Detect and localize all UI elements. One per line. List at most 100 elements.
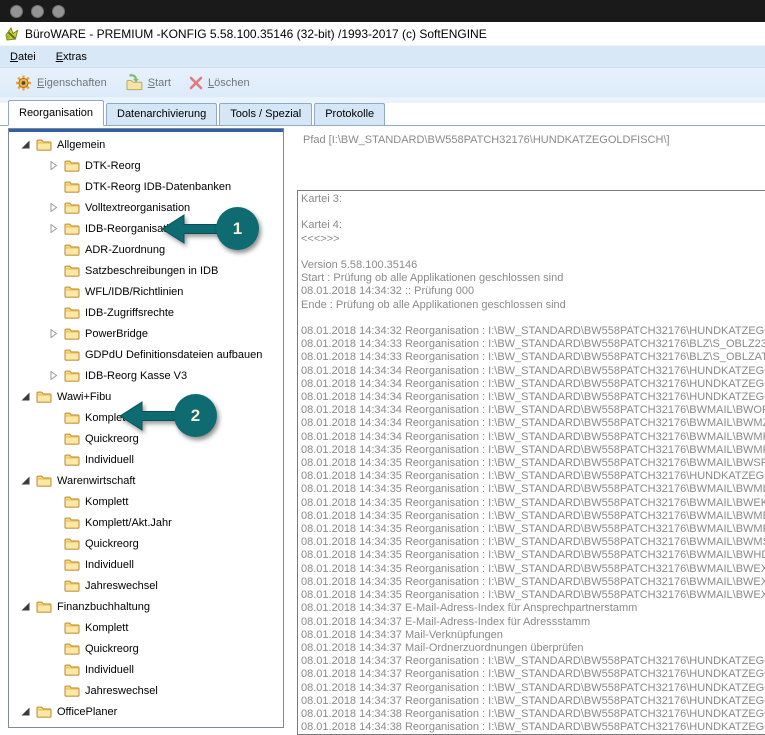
folder-icon xyxy=(64,642,80,655)
log-line: 08.01.2018 14:34:35 Reorganisation : I:\… xyxy=(301,536,765,549)
start-folder-icon xyxy=(125,74,143,91)
log-line: 08.01.2018 14:34:33 Reorganisation : I:\… xyxy=(301,338,765,351)
triangle-expanded-icon[interactable] xyxy=(21,140,30,149)
tree-item-dtk-reorg-idb-datenbanken[interactable]: DTK-Reorg IDB-Datenbanken xyxy=(9,176,283,197)
tree-item-wawi-fibu[interactable]: Wawi+Fibu xyxy=(9,386,283,407)
toolbar-button-label: Eigenschaften xyxy=(37,77,107,89)
tree-item-komplett[interactable]: Komplett xyxy=(9,407,283,428)
log-line: 08.01.2018 14:34:34 Reorganisation : I:\… xyxy=(301,431,765,444)
tree-item-officeplaner[interactable]: OfficePlaner xyxy=(9,701,283,722)
triangle-expanded-icon[interactable] xyxy=(21,476,30,485)
log-line: 08.01.2018 14:34:37 E-Mail-Adress-Index … xyxy=(301,616,765,629)
window-title: BüroWARE - PREMIUM -KONFIG 5.58.100.3514… xyxy=(25,27,487,41)
triangle-expanded-icon[interactable] xyxy=(21,392,30,401)
folder-icon xyxy=(64,327,80,340)
tree-item-powerbridge[interactable]: PowerBridge xyxy=(9,323,283,344)
tree-item-label: PowerBridge xyxy=(85,328,148,340)
triangle-collapsed-icon[interactable] xyxy=(49,329,58,338)
tree-glyph-spacer xyxy=(49,665,58,674)
window-control-icon[interactable] xyxy=(31,5,44,18)
log-line: 08.01.2018 14:34:37 Reorganisation : I:\… xyxy=(301,695,765,708)
eigenschaften-button[interactable]: Eigenschaften xyxy=(6,72,116,94)
tree-item-label: OfficePlaner xyxy=(57,706,117,718)
log-line: Start : Prüfung ob alle Applikationen ge… xyxy=(301,272,765,285)
window-control-icon[interactable] xyxy=(52,5,65,18)
tree-item-finanzbuchhaltung[interactable]: Finanzbuchhaltung xyxy=(9,596,283,617)
tree-item-label: Komplett xyxy=(85,496,128,508)
triangle-collapsed-icon[interactable] xyxy=(49,224,58,233)
folder-icon xyxy=(64,621,80,634)
log-line xyxy=(301,206,765,219)
log-line: 08.01.2018 14:34:37 Reorganisation : I:\… xyxy=(301,668,765,681)
tree-item-individuell[interactable]: Individuell xyxy=(9,659,283,680)
tree-item-idb-reorganisation[interactable]: IDB-Reorganisation xyxy=(9,218,283,239)
tree-glyph-spacer xyxy=(49,350,58,359)
tree-item-idb-reorg-kasse-v3[interactable]: IDB-Reorg Kasse V3 xyxy=(9,365,283,386)
folder-icon xyxy=(36,705,52,718)
tree-glyph-spacer xyxy=(49,455,58,464)
log-line: 08.01.2018 14:34:35 Reorganisation : I:\… xyxy=(301,523,765,536)
tree-item-quickreorg[interactable]: Quickreorg xyxy=(9,638,283,659)
path-label: Pfad [I:\BW_STANDARD\BW558PATCH32176\HUN… xyxy=(303,134,670,146)
tree-item-adr-zuordnung[interactable]: ADR-Zuordnung xyxy=(9,239,283,260)
log-line: 08.01.2018 14:34:32 Reorganisation : I:\… xyxy=(301,325,765,338)
löschen-button[interactable]: Löschen xyxy=(180,73,259,93)
tree-item-label: Quickreorg xyxy=(85,538,139,550)
toolbar: Eigenschaften Start Löschen xyxy=(0,67,765,97)
tree-item-label: Wawi+Fibu xyxy=(57,391,111,403)
tree-item-label: Warenwirtschaft xyxy=(57,475,135,487)
triangle-collapsed-icon[interactable] xyxy=(49,161,58,170)
tree-item-allgemein[interactable]: Allgemein xyxy=(9,134,283,155)
tree-item-label: GDPdU Definitionsdateien aufbauen xyxy=(85,349,262,361)
tree-item-individuell[interactable]: Individuell xyxy=(9,554,283,575)
folder-icon xyxy=(64,432,80,445)
tree-item-quickreorg[interactable]: Quickreorg xyxy=(9,533,283,554)
triangle-expanded-icon[interactable] xyxy=(21,602,30,611)
log-output[interactable]: Kartei 3: Kartei 4:<<<>>> Version 5.58.1… xyxy=(297,190,765,735)
tree-item-wfl-idb-richtlinien[interactable]: WFL/IDB/Richtlinien xyxy=(9,281,283,302)
log-line: Kartei 3: xyxy=(301,193,765,206)
tree-item-quickreorg[interactable]: Quickreorg xyxy=(9,428,283,449)
tree-item-jahreswechsel[interactable]: Jahreswechsel xyxy=(9,575,283,596)
tree-item-warenwirtschaft[interactable]: Warenwirtschaft xyxy=(9,470,283,491)
log-line: <<<>>> xyxy=(301,233,765,246)
triangle-expanded-icon[interactable] xyxy=(21,707,30,716)
tree-item-volltextreorganisation[interactable]: Volltextreorganisation xyxy=(9,197,283,218)
menu-datei[interactable]: Datei xyxy=(0,48,46,66)
tree-item-satzbeschreibungen-in-idb[interactable]: Satzbeschreibungen in IDB xyxy=(9,260,283,281)
tree-item-label: Jahreswechsel xyxy=(85,685,158,697)
tree-item-komplett-akt-jahr[interactable]: Komplett/Akt.Jahr xyxy=(9,512,283,533)
tab-reorganisation[interactable]: Reorganisation xyxy=(8,100,104,126)
properties-gear-icon xyxy=(15,75,32,91)
tab-protokolle[interactable]: Protokolle xyxy=(314,103,385,125)
log-line: 08.01.2018 14:34:35 Reorganisation : I:\… xyxy=(301,457,765,470)
tree-glyph-spacer xyxy=(49,434,58,443)
tree-item-idb-zugriffsrechte[interactable]: IDB-Zugriffsrechte xyxy=(9,302,283,323)
log-line: 08.01.2018 14:34:37 Reorganisation : I:\… xyxy=(301,655,765,668)
log-line: Kartei 4: xyxy=(301,219,765,232)
tree-item-jahreswechsel[interactable]: Jahreswechsel xyxy=(9,680,283,701)
triangle-collapsed-icon[interactable] xyxy=(49,203,58,212)
folder-icon xyxy=(64,285,80,298)
tree-glyph-spacer xyxy=(49,644,58,653)
window-control-icon[interactable] xyxy=(10,5,23,18)
tab-datenarchivierung[interactable]: Datenarchivierung xyxy=(106,103,217,125)
toolbar-button-label: Start xyxy=(148,77,171,89)
log-line: 08.01.2018 14:34:37 Mail-Ordnerzuordnung… xyxy=(301,642,765,655)
triangle-collapsed-icon[interactable] xyxy=(49,371,58,380)
tree-item-dtk-reorg[interactable]: DTK-Reorg xyxy=(9,155,283,176)
tree-item-komplett[interactable]: Komplett xyxy=(9,617,283,638)
tree-item-individuell[interactable]: Individuell xyxy=(9,449,283,470)
log-line: Ende : Prüfung ob alle Applikationen ges… xyxy=(301,299,765,312)
window-chrome-bar xyxy=(0,0,765,22)
tree-item-gdpdu-definitionsdateien-aufbauen[interactable]: GDPdU Definitionsdateien aufbauen xyxy=(9,344,283,365)
tree-item-komplett[interactable]: Komplett xyxy=(9,491,283,512)
app-icon xyxy=(3,26,20,42)
folder-icon xyxy=(64,180,80,193)
log-line: 08.01.2018 14:34:34 Reorganisation : I:\… xyxy=(301,417,765,430)
tab-tools-spezial[interactable]: Tools / Spezial xyxy=(219,103,312,125)
menu-extras[interactable]: Extras xyxy=(46,48,97,66)
start-button[interactable]: Start xyxy=(116,71,180,94)
tree-item-label: DTK-Reorg xyxy=(85,160,141,172)
log-line: 08.01.2018 14:34:38 Reorganisation : I:\… xyxy=(301,708,765,721)
